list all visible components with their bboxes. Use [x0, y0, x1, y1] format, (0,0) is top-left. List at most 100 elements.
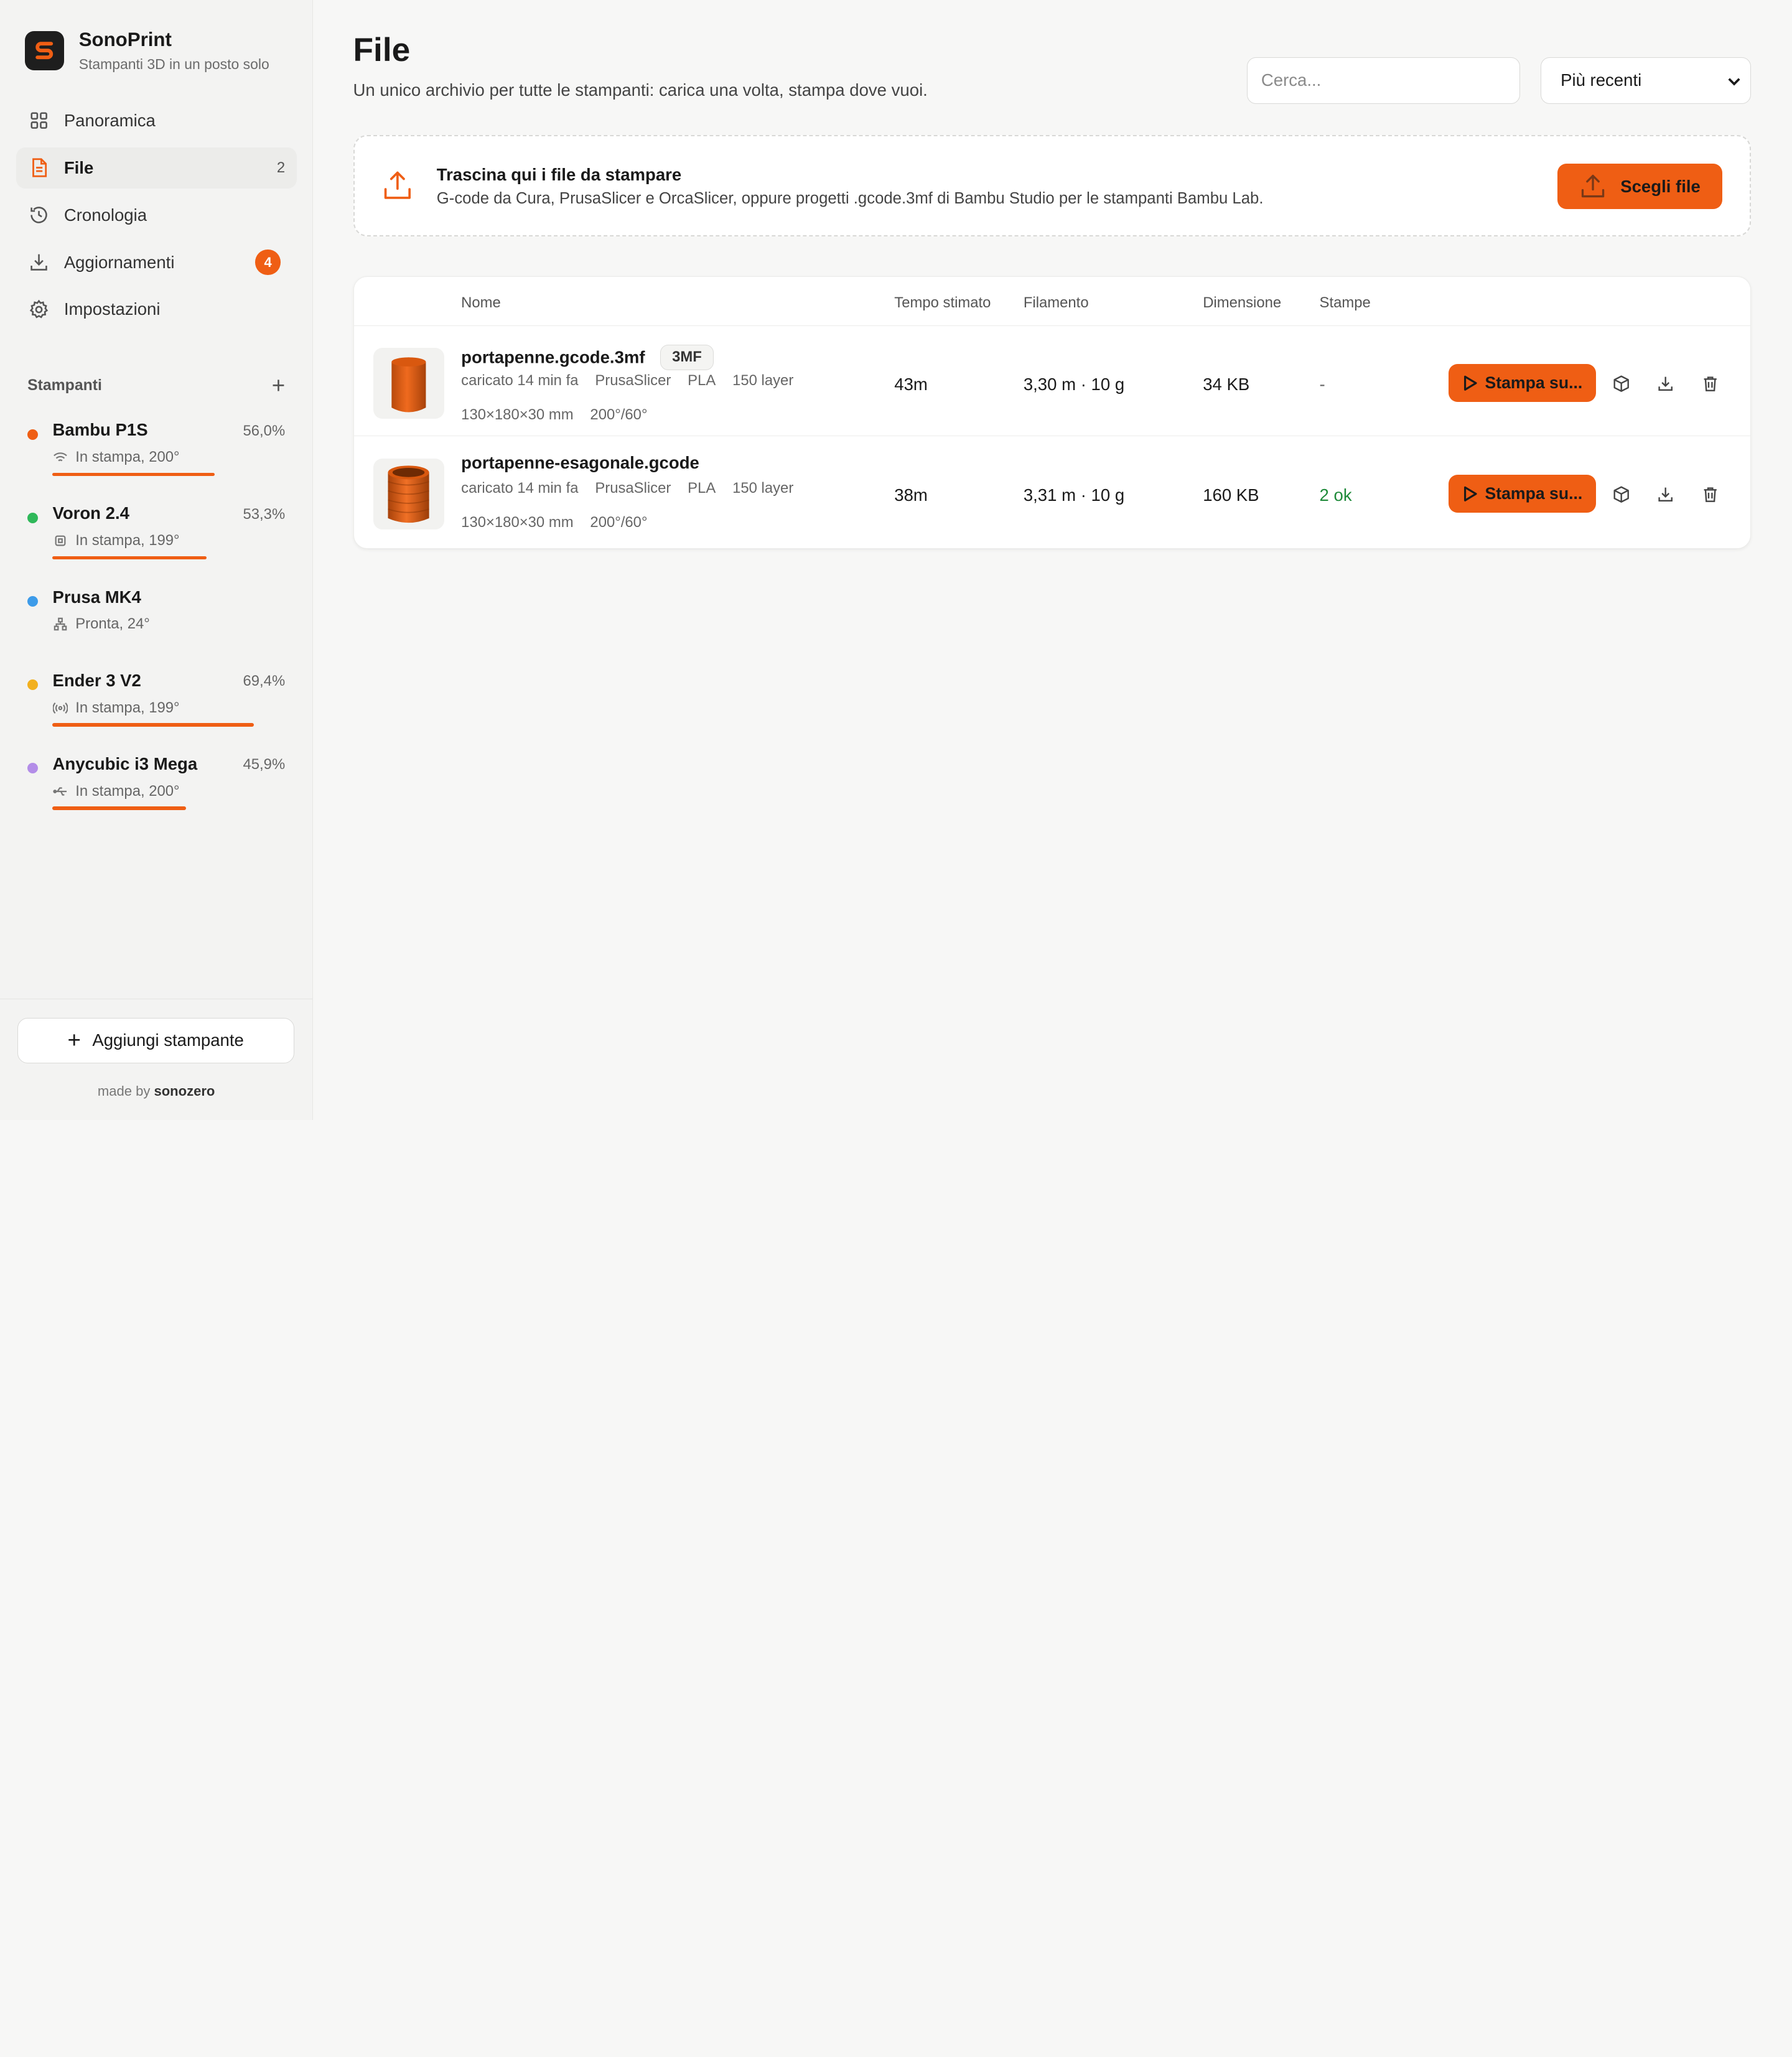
status-dot	[27, 596, 38, 607]
trash-icon[interactable]	[1699, 372, 1722, 395]
nav-item-file[interactable]: File 2	[16, 147, 297, 189]
table-row[interactable]: portapenne-esagonale.gcode caricato 14 m…	[354, 437, 1750, 547]
printer-progress-bar	[52, 806, 187, 810]
printer-progress-percent: 69,4%	[243, 673, 286, 690]
brand-tagline: Stampanti 3D in un posto solo	[78, 55, 269, 72]
printer-name: Bambu P1S	[52, 420, 148, 440]
cube-icon[interactable]	[1610, 372, 1633, 395]
add-printer-button[interactable]: + Aggiungi stampante	[17, 1017, 294, 1064]
cube-icon[interactable]	[1610, 483, 1633, 506]
sort-selected-value: Più recenti	[1561, 70, 1642, 90]
file-type-badge: 3MF	[660, 344, 714, 370]
printer-name: Prusa MK4	[52, 587, 141, 607]
file-count: 2	[276, 159, 286, 176]
nav-label: Cronologia	[63, 205, 147, 225]
printer-progress-percent: 45,9%	[243, 756, 286, 773]
trash-icon[interactable]	[1699, 483, 1722, 506]
file-meta-dimensions: 130×180×30 mm 200°/60°	[461, 406, 648, 423]
gear-icon	[27, 298, 50, 321]
upload-icon	[383, 169, 413, 206]
status-dot	[27, 679, 38, 690]
search-input[interactable]	[1246, 57, 1520, 105]
printer-progress-percent: 56,0%	[243, 422, 286, 440]
column-header-time[interactable]: Tempo stimato	[894, 294, 991, 312]
files-table: Nome Tempo stimato Filamento Dimensione …	[353, 276, 1751, 549]
table-row[interactable]: portapenne.gcode.3mf 3MF caricato 14 min…	[353, 326, 1750, 436]
main-content: File Un unico archivio per tutte le stam…	[313, 0, 1792, 1120]
printer-progress-bar	[52, 472, 215, 477]
download-icon[interactable]	[1654, 483, 1678, 506]
printer-item-ender-3-v2[interactable]: Ender 3 V2 69,4% In stampa, 199°	[27, 671, 285, 754]
sidebar: SonoPrint Stampanti 3D in un posto solo …	[0, 0, 314, 1120]
radio-icon	[52, 700, 68, 716]
printer-status: Pronta, 24°	[52, 615, 150, 633]
column-header-prints[interactable]: Stampe	[1320, 294, 1371, 312]
nav-item-impostazioni[interactable]: Impostazioni	[16, 289, 297, 330]
printer-progress-bar	[52, 723, 254, 727]
column-header-name[interactable]: Nome	[461, 294, 501, 312]
grid-icon	[27, 110, 50, 133]
made-by-credit: made by sonozero	[97, 1083, 215, 1099]
file-meta-dimensions: 130×180×30 mm 200°/60°	[461, 513, 648, 531]
nav-label: Panoramica	[63, 111, 156, 131]
filament-usage: 3,31 m · 10 g	[1023, 485, 1125, 505]
printers-section-title: Stampanti	[27, 376, 102, 394]
sonoprint-logo-icon	[25, 31, 64, 70]
add-printer-plus-button[interactable]: +	[272, 373, 285, 399]
download-icon	[27, 251, 50, 274]
column-header-size[interactable]: Dimensione	[1203, 294, 1281, 312]
play-icon	[1462, 375, 1478, 392]
printer-name: Voron 2.4	[52, 503, 129, 523]
file-meta: caricato 14 min fa PrusaSlicer PLA 150 l…	[461, 371, 794, 389]
wifi-icon	[52, 449, 68, 465]
print-on-button[interactable]: Stampa su...	[1449, 364, 1596, 402]
file-thumbnail	[373, 459, 444, 530]
dropzone-subtitle: G-code da Cura, PrusaSlicer e OrcaSlicer…	[436, 190, 1264, 208]
brand: SonoPrint Stampanti 3D in un posto solo	[0, 0, 312, 73]
upload-icon	[1579, 172, 1607, 200]
table-header: Nome Tempo stimato Filamento Dimensione …	[353, 277, 1750, 327]
network-icon	[52, 617, 68, 633]
printer-status: In stampa, 199°	[52, 699, 180, 717]
status-dot	[27, 513, 38, 523]
plus-icon: +	[67, 1027, 81, 1053]
upload-dropzone[interactable]: Trascina qui i file da stampare G-code d…	[353, 134, 1751, 237]
file-thumbnail	[373, 348, 444, 419]
sort-select[interactable]: Più recenti	[1540, 57, 1751, 105]
printer-status: In stampa, 200°	[52, 449, 180, 466]
printers-section-header: Stampanti +	[0, 373, 312, 399]
estimated-time: 38m	[894, 485, 928, 505]
printer-name: Ender 3 V2	[52, 670, 141, 690]
printer-item-prusa-mk4[interactable]: Prusa MK4 Pronta, 24°	[27, 587, 285, 671]
print-on-button[interactable]: Stampa su...	[1449, 475, 1596, 513]
file-size: 160 KB	[1203, 485, 1259, 505]
file-name: portapenne.gcode.3mf 3MF	[461, 344, 714, 370]
nav-item-panoramica[interactable]: Panoramica	[16, 100, 297, 141]
print-count: 2 ok	[1319, 485, 1352, 505]
updates-badge: 4	[255, 250, 281, 275]
printer-progress-percent: 53,3%	[243, 506, 286, 523]
printer-progress-bar	[52, 556, 207, 560]
printer-item-anycubic-i3-mega[interactable]: Anycubic i3 Mega 45,9% In stampa, 200°	[27, 754, 285, 837]
print-count: -	[1319, 374, 1325, 394]
file-meta: caricato 14 min fa PrusaSlicer PLA 150 l…	[461, 479, 794, 497]
estimated-time: 43m	[894, 374, 928, 394]
choose-file-button[interactable]: Scegli file	[1557, 163, 1722, 210]
chevron-down-icon	[1727, 70, 1741, 90]
history-icon	[27, 203, 50, 226]
sidebar-footer: + Aggiungi stampante made by sonozero	[0, 999, 313, 1120]
page-subtitle: Un unico archivio per tutte le stampanti…	[353, 80, 928, 100]
printer-item-bambu-p1s[interactable]: Bambu P1S 56,0% In stampa, 200°	[27, 420, 285, 503]
main-nav: Panoramica File 2 Cronologia Aggiornamen…	[0, 100, 312, 330]
nav-label: Aggiornamenti	[63, 252, 175, 272]
usb-icon	[52, 783, 68, 800]
column-header-filament[interactable]: Filamento	[1024, 294, 1089, 312]
download-icon[interactable]	[1654, 372, 1678, 395]
page-title: File	[353, 31, 411, 68]
printer-item-voron-2-4[interactable]: Voron 2.4 53,3% In stampa, 199°	[27, 503, 285, 587]
file-size: 34 KB	[1203, 374, 1250, 394]
printer-list: Bambu P1S 56,0% In stampa, 200° Voron 2.…	[0, 420, 312, 837]
printer-status: In stampa, 200°	[52, 783, 180, 800]
nav-item-aggiornamenti[interactable]: Aggiornamenti 4	[16, 242, 297, 283]
nav-item-cronologia[interactable]: Cronologia	[16, 195, 297, 236]
